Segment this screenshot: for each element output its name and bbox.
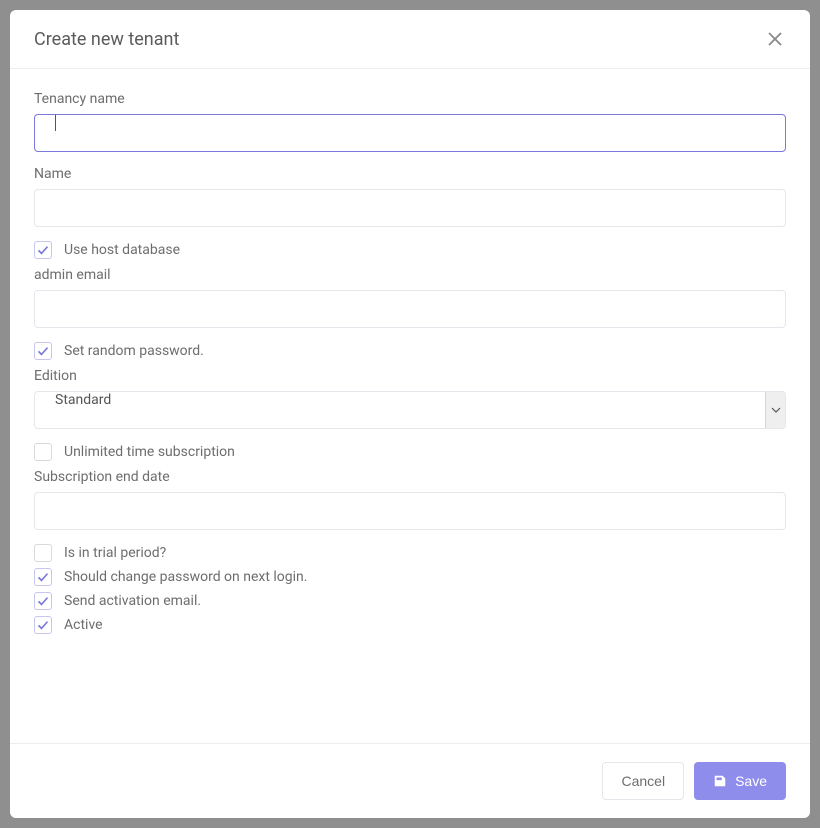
unlimited-subscription-row[interactable]: Unlimited time subscription (34, 443, 786, 461)
modal-footer: Cancel Save (10, 743, 810, 818)
admin-email-label: admin email (34, 267, 786, 283)
use-host-db-row[interactable]: Use host database (34, 241, 786, 259)
subscription-end-label: Subscription end date (34, 469, 786, 485)
active-checkbox[interactable] (34, 616, 52, 634)
activation-email-label: Send activation email. (64, 593, 201, 609)
close-button[interactable] (764, 28, 786, 50)
change-password-checkbox[interactable] (34, 568, 52, 586)
check-icon (37, 595, 49, 607)
trial-label: Is in trial period? (64, 545, 166, 561)
use-host-db-checkbox[interactable] (34, 241, 52, 259)
check-icon (37, 244, 49, 256)
check-icon (37, 345, 49, 357)
modal-title: Create new tenant (34, 29, 179, 50)
check-icon (37, 619, 49, 631)
trial-row[interactable]: Is in trial period? (34, 544, 786, 562)
create-tenant-modal: Create new tenant Tenancy name Name Use … (10, 10, 810, 818)
check-icon (37, 571, 49, 583)
cancel-button[interactable]: Cancel (602, 762, 684, 800)
save-button[interactable]: Save (694, 762, 786, 800)
modal-header: Create new tenant (10, 10, 810, 69)
use-host-db-label: Use host database (64, 242, 180, 258)
active-label: Active (64, 617, 103, 633)
set-random-password-label: Set random password. (64, 343, 204, 359)
set-random-password-row[interactable]: Set random password. (34, 342, 786, 360)
trial-checkbox[interactable] (34, 544, 52, 562)
edition-select-wrapper[interactable]: Standard (34, 391, 786, 429)
activation-email-checkbox[interactable] (34, 592, 52, 610)
active-row[interactable]: Active (34, 616, 786, 634)
unlimited-subscription-checkbox[interactable] (34, 443, 52, 461)
edition-label: Edition (34, 368, 786, 384)
change-password-row[interactable]: Should change password on next login. (34, 568, 786, 586)
name-label: Name (34, 166, 786, 182)
save-icon (713, 774, 727, 788)
modal-body: Tenancy name Name Use host database admi… (10, 69, 810, 743)
unlimited-subscription-label: Unlimited time subscription (64, 444, 235, 460)
save-button-label: Save (735, 773, 767, 789)
tenancy-name-input[interactable] (34, 114, 786, 152)
set-random-password-checkbox[interactable] (34, 342, 52, 360)
activation-email-row[interactable]: Send activation email. (34, 592, 786, 610)
edition-select[interactable]: Standard (34, 391, 786, 429)
subscription-end-input[interactable] (34, 492, 786, 530)
tenancy-name-label: Tenancy name (34, 91, 786, 107)
name-input[interactable] (34, 189, 786, 227)
close-icon (767, 31, 783, 47)
admin-email-input[interactable] (34, 290, 786, 328)
change-password-label: Should change password on next login. (64, 569, 307, 585)
